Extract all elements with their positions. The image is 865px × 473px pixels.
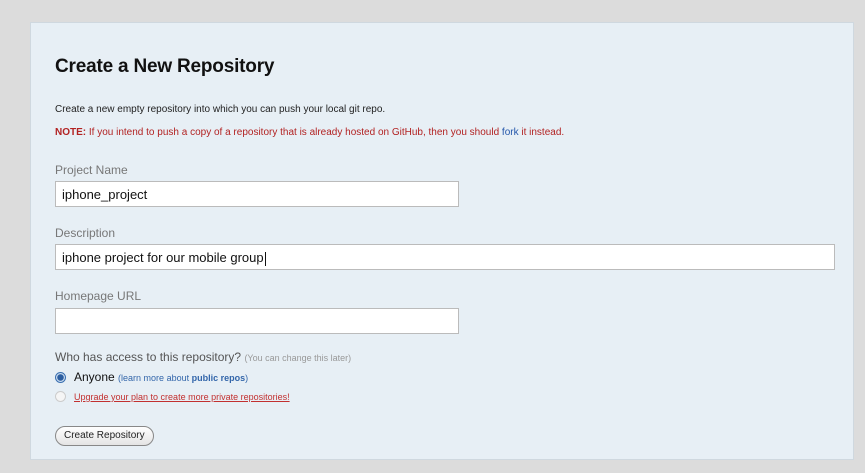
note-prefix: NOTE: xyxy=(55,127,87,138)
private-radio xyxy=(55,391,66,403)
option-private-row[interactable]: Upgrade your plan to create more private… xyxy=(55,389,290,403)
description-value: iphone project for our mobile group xyxy=(62,250,264,265)
intro-text: Create a new empty repository into which… xyxy=(55,104,386,115)
anyone-radio[interactable] xyxy=(55,372,66,384)
note-body-end: it instead. xyxy=(518,127,565,138)
project-name-label: Project Name xyxy=(55,163,128,177)
create-repository-button[interactable]: Create Repository xyxy=(55,426,154,446)
access-hint: (You can change this later) xyxy=(244,353,352,363)
note-text: NOTE: If you intend to push a copy of a … xyxy=(55,127,564,138)
page-title: Create a New Repository xyxy=(55,56,275,77)
description-input[interactable]: iphone project for our mobile group xyxy=(55,244,835,270)
project-name-input[interactable]: iphone_project xyxy=(55,181,459,207)
text-cursor xyxy=(264,251,266,266)
public-repos-hint[interactable]: (learn more about public repos) xyxy=(118,373,248,383)
upgrade-plan-link[interactable]: Upgrade your plan to create more private… xyxy=(74,392,290,402)
option-anyone-row[interactable]: Anyone (learn more about public repos) xyxy=(55,370,248,384)
project-name-value: iphone_project xyxy=(62,187,148,202)
access-question: Who has access to this repository? (You … xyxy=(55,350,351,364)
access-question-text: Who has access to this repository? xyxy=(55,350,242,364)
anyone-label: Anyone xyxy=(74,370,115,384)
homepage-url-label: Homepage URL xyxy=(55,289,142,303)
note-body-start: If you intend to push a copy of a reposi… xyxy=(86,127,502,138)
fork-link[interactable]: fork xyxy=(502,127,519,138)
homepage-url-input[interactable] xyxy=(55,308,459,334)
description-label: Description xyxy=(55,226,116,240)
create-repository-panel: Create a New Repository Create a new emp… xyxy=(30,22,854,460)
public-repos-link[interactable]: public repos xyxy=(192,373,246,383)
